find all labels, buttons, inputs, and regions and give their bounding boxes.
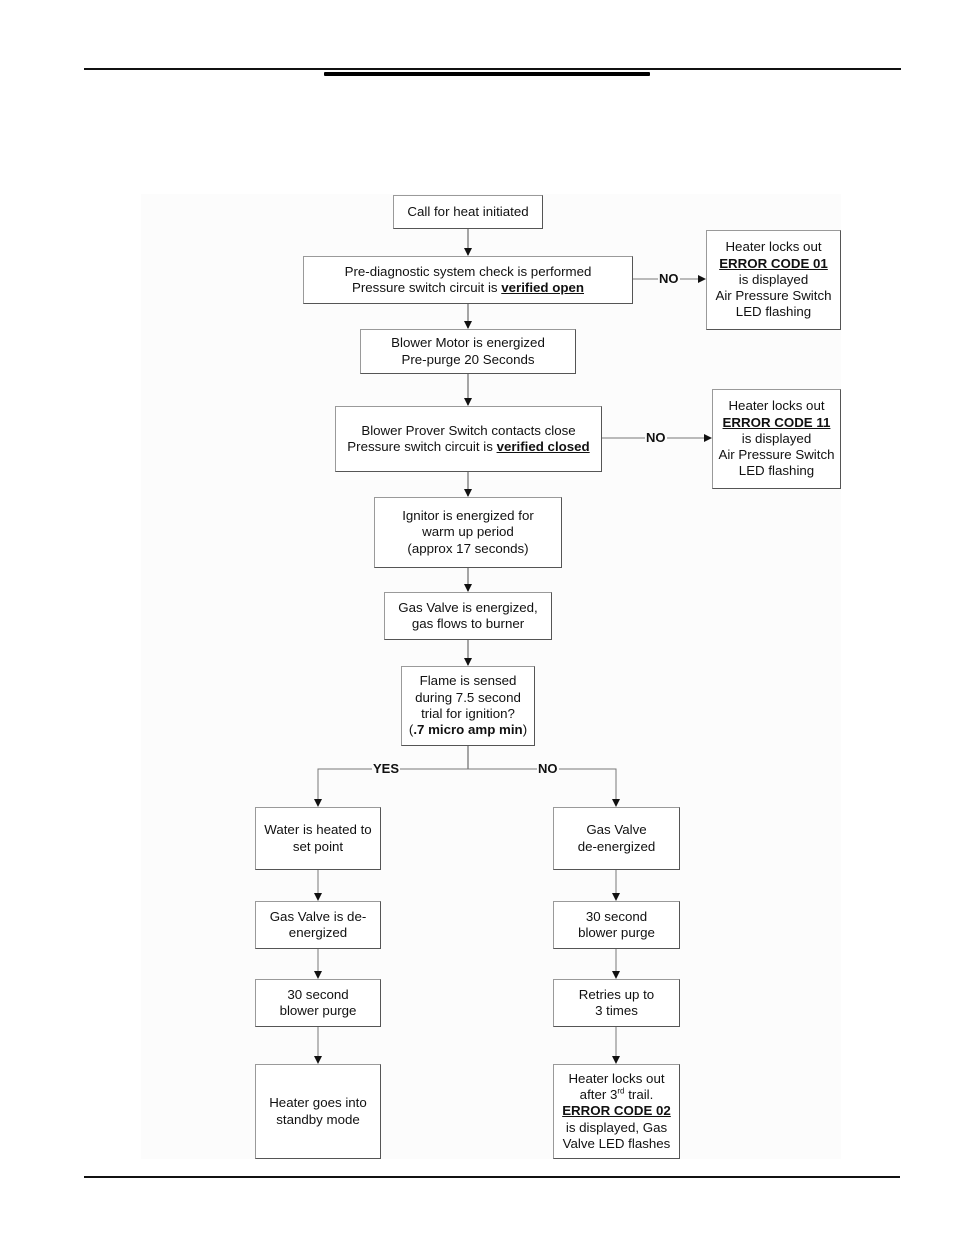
node-text: blower purge [279, 1003, 357, 1018]
node-text: 30 second [585, 908, 648, 924]
text-prefix: Pressure switch circuit is [351, 280, 502, 295]
text-emphasis: .7 micro amp min [413, 722, 523, 738]
node-error-01: Heater locks out ERROR CODE 01 is displa… [706, 230, 841, 330]
node-text: Pressure switch circuit is verified clos… [347, 439, 589, 455]
label-no-prediag: NO [658, 271, 680, 286]
node-text: LED flashing [735, 304, 812, 320]
node-retries: Retries up to 3 times [553, 979, 680, 1027]
node-text: Blower Motor is energized [391, 335, 545, 351]
node-text: Retries up to [578, 986, 655, 1002]
node-ignitor: Ignitor is energized for warm up period … [374, 497, 562, 568]
node-error-11: Heater locks out ERROR CODE 11 is displa… [712, 389, 841, 489]
node-text: Air Pressure Switch [718, 447, 835, 463]
label-no-flame: NO [537, 761, 559, 776]
node-text: gas flows to burner [411, 616, 525, 631]
node-flame-sensed: Flame is sensed during 7.5 second trial … [401, 666, 535, 746]
error-code: ERROR CODE 11 [722, 414, 831, 430]
paren-close: ) [522, 722, 528, 738]
node-blower-motor: Blower Motor is energized Pre-purge 20 S… [360, 329, 576, 374]
node-standby: Heater goes into standby mode [255, 1064, 381, 1159]
node-text: Valve LED flashes [562, 1135, 671, 1151]
node-text: is displayed [738, 271, 809, 287]
node-text: (approx 17 seconds) [407, 540, 529, 556]
node-text: is displayed, Gas [565, 1119, 668, 1135]
node-text: energized [288, 925, 348, 940]
node-text: (.7 micro amp min) [409, 722, 527, 738]
node-prediagnostic: Pre-diagnostic system check is performed… [303, 256, 633, 304]
node-text: after 3rd trail. [580, 1087, 654, 1103]
node-blower-purge-yes: 30 second blower purge [255, 979, 381, 1027]
footer-rule [84, 1176, 900, 1178]
node-text: warm up period [422, 524, 514, 540]
node-text: standby mode [276, 1111, 360, 1127]
node-text: Heater locks out [568, 1070, 665, 1086]
label-no-prover: NO [645, 430, 667, 445]
node-text: Heater goes into [269, 1095, 367, 1111]
text-prefix: after 3 [579, 1087, 618, 1103]
node-text: Air Pressure Switch [715, 288, 832, 304]
node-gas-valve-deenergized-no: Gas Valve de-energized [553, 807, 680, 870]
node-text: Flame is sensed [419, 673, 517, 689]
error-code: ERROR CODE 01 [719, 255, 828, 271]
node-text: Heater locks out [728, 398, 825, 414]
node-text: trial for ignition? [421, 706, 515, 721]
node-gas-valve-deenergized-yes: Gas Valve is de- energized [255, 901, 381, 949]
node-text: de-energized [577, 838, 656, 854]
superscript: rd [617, 1086, 625, 1096]
node-blower-prover: Blower Prover Switch contacts close Pres… [335, 406, 602, 472]
node-text: Pre-diagnostic system check is performed [344, 263, 592, 279]
text-suffix: trail. [624, 1087, 654, 1103]
text-emphasis: verified closed [496, 439, 590, 454]
node-text: 30 second [287, 986, 349, 1002]
node-text: Ignitor is energized for [402, 508, 534, 524]
node-water-heated: Water is heated to set point [255, 807, 381, 870]
node-text: during 7.5 second [415, 689, 521, 705]
node-text: LED flashing [738, 463, 815, 479]
node-text: is displayed [741, 430, 812, 446]
error-code: ERROR CODE 02 [562, 1103, 671, 1119]
node-text: Water is heated to [264, 822, 372, 838]
node-blower-purge-no: 30 second blower purge [553, 901, 680, 949]
text-prefix: Pressure switch circuit is [347, 439, 497, 454]
node-text: 3 times [595, 1003, 638, 1018]
text-emphasis: verified open [501, 280, 585, 295]
node-text: Gas Valve [586, 822, 647, 838]
node-call-for-heat: Call for heat initiated [393, 195, 543, 229]
node-text: Pressure switch circuit is verified open [352, 280, 584, 296]
node-text: Blower Prover Switch contacts close [361, 422, 576, 438]
node-text: Heater locks out [725, 239, 822, 255]
node-text: Pre-purge 20 Seconds [401, 351, 535, 367]
node-text: blower purge [578, 925, 655, 940]
label-yes: YES [372, 761, 401, 776]
node-text: Call for heat initiated [407, 203, 529, 219]
node-text: Gas Valve is energized, [398, 599, 538, 615]
node-text: Gas Valve is de- [269, 908, 367, 924]
node-error-02: Heater locks out after 3rd trail. ERROR … [553, 1064, 680, 1159]
node-gas-valve-energized: Gas Valve is energized, gas flows to bur… [384, 592, 552, 640]
node-text: set point [292, 838, 344, 854]
